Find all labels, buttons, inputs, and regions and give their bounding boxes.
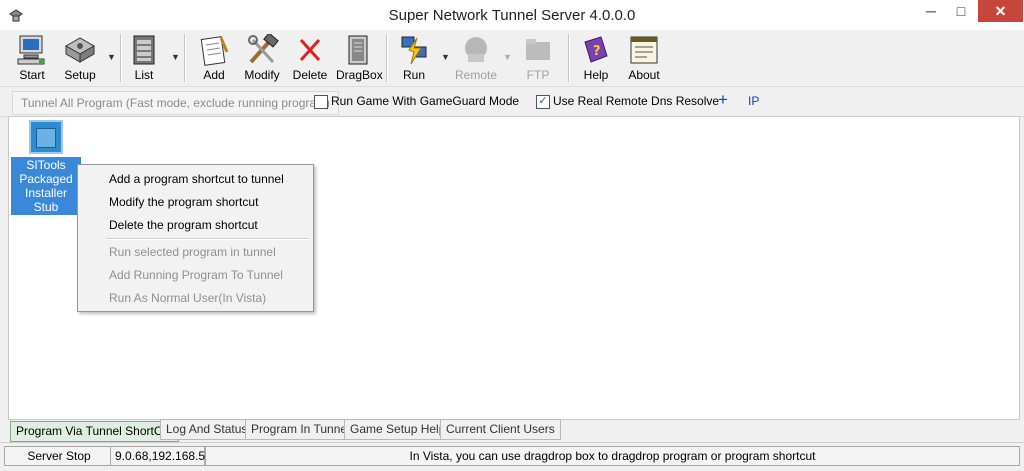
add-label: Add [203,68,225,82]
tools-icon [248,34,279,64]
ftp-label: FTP [526,68,550,82]
run-dropdown-arrow[interactable]: ▼ [441,52,450,62]
close-button[interactable]: ✕ [978,0,1023,22]
status-bar: Server Stop 9.0.68,192.168.5 In Vista, y… [0,442,1024,471]
program-shortcut-label: SITools Packaged Installer Stub [11,157,81,215]
about-window-icon [630,36,658,64]
svg-text:?: ? [593,44,601,59]
minimize-button[interactable]: ─ [916,0,946,22]
menu-item-modify-shortcut[interactable]: Modify the program shortcut [109,195,258,209]
delete-x-icon [299,38,321,62]
about-button[interactable]: About [622,32,666,84]
tab-program-in-tunnel[interactable]: Program In Tunnel [245,419,356,440]
options-bar: Tunnel All Program (Fast mode, exclude r… [0,88,1024,117]
program-icon [29,120,63,154]
title-bar: Super Network Tunnel Server 4.0.0.0 ─ □ … [0,0,1024,30]
help-button[interactable]: ? Help [574,32,618,84]
menu-separator [106,238,309,240]
notepad-icon [200,36,229,66]
setup-label: Setup [64,68,96,82]
server-ip: 9.0.68,192.168.5 [110,446,205,466]
modify-label: Modify [244,68,280,82]
run-button[interactable]: Run [392,32,436,84]
menu-item-add-running-program: Add Running Program To Tunnel [109,268,283,282]
toolbar: Start Setup ▼ List ▼ Add Modify Delete D… [0,30,1024,87]
list-label: List [134,68,154,82]
remote-label: Remote [454,68,498,82]
computer-icon [17,35,45,65]
remote-button: Remote [454,32,498,84]
list-button[interactable]: List [122,32,166,84]
ip-button[interactable]: IP [748,94,759,108]
menu-item-add-shortcut[interactable]: Add a program shortcut to tunnel [109,172,284,186]
delete-button[interactable]: Delete [288,32,332,84]
ftp-folder-icon [526,39,550,60]
remote-dropdown-arrow: ▼ [503,52,512,62]
tab-program-via-tunnel[interactable]: Program Via Tunnel ShortCut [10,421,179,442]
bottom-tabs: Program Via Tunnel ShortCut Log And Stat… [8,418,1018,442]
context-menu: Add a program shortcut to tunnel Modify … [77,164,314,312]
gameguard-label[interactable]: Run Game With GameGuard Mode [331,94,519,108]
program-shortcut-item[interactable]: SITools Packaged Installer Stub [11,120,81,215]
list-dropdown-arrow[interactable]: ▼ [171,52,180,62]
toolbar-separator [386,34,388,82]
real-dns-checkbox[interactable]: ✓ [536,95,550,109]
run-label: Run [402,68,425,82]
window-title: Super Network Tunnel Server 4.0.0.0 [388,7,636,24]
menu-item-run-as-normal-user: Run As Normal User(In Vista) [109,291,267,305]
setup-button[interactable]: Setup [58,32,102,84]
dragbox-label: DragBox [336,68,383,82]
start-label: Start [19,68,45,82]
setup-icon [64,37,96,63]
gameguard-checkbox[interactable] [314,95,328,109]
tab-log-and-status[interactable]: Log And Status [160,419,254,440]
ftp-button: FTP [516,32,560,84]
setup-dropdown-arrow[interactable]: ▼ [107,52,116,62]
remote-icon [465,37,487,62]
real-dns-label[interactable]: Use Real Remote Dns Resolve [553,94,719,108]
list-icon [133,35,155,65]
add-button[interactable]: Add [192,32,236,84]
menu-item-delete-shortcut[interactable]: Delete the program shortcut [109,218,258,232]
modify-button[interactable]: Modify [240,32,284,84]
toolbar-separator [184,34,186,82]
tunnel-all-program-button: Tunnel All Program (Fast mode, exclude r… [12,91,340,115]
maximize-button[interactable]: □ [946,0,976,22]
toolbar-separator [568,34,570,82]
start-button[interactable]: Start [10,32,54,84]
tab-current-client-users[interactable]: Current Client Users [440,419,561,440]
dragbox-icon [348,35,368,65]
help-label: Help [583,68,609,82]
help-book-icon: ? [584,36,608,63]
status-hint: In Vista, you can use dragdrop box to dr… [205,446,1020,466]
menu-item-run-in-tunnel: Run selected program in tunnel [109,245,276,259]
tab-game-setup-help[interactable]: Game Setup Help [344,419,452,440]
dragbox-button[interactable]: DragBox [336,32,383,84]
delete-label: Delete [292,68,328,82]
server-status: Server Stop [4,446,114,466]
run-servers-icon [401,36,427,65]
add-plus-button[interactable]: + [718,90,728,110]
about-label: About [628,68,660,82]
